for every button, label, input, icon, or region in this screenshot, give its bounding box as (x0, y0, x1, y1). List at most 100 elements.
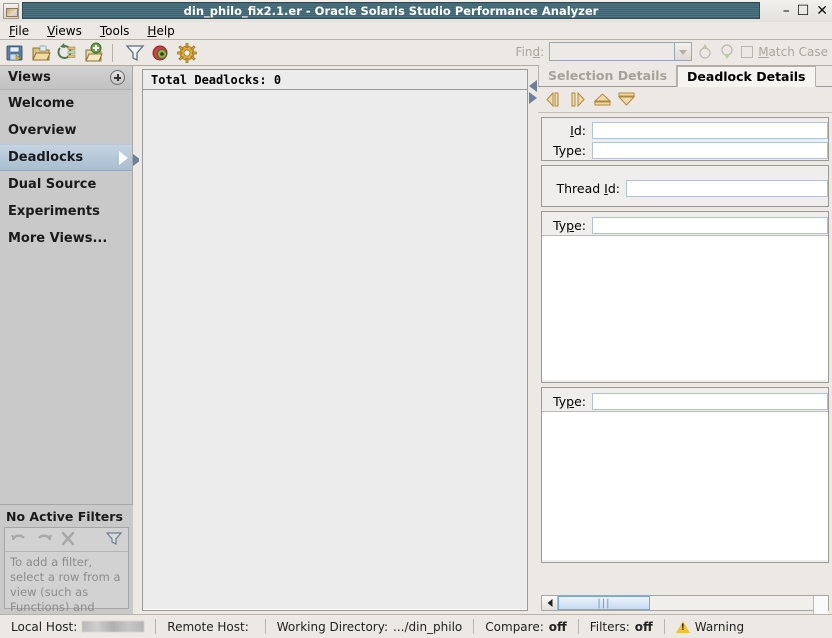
filter-clear-icon[interactable] (60, 531, 76, 549)
views-title: Views (8, 70, 51, 85)
main-toolbar: Find: Match Case (0, 40, 832, 66)
sidebar-item-dual-source[interactable]: Dual Source (0, 171, 132, 198)
remote-host-label: Remote Host: (167, 619, 249, 634)
filters-label: Filters: (589, 619, 630, 634)
thread-stack-list[interactable] (542, 235, 828, 380)
add-experiment-icon[interactable] (82, 42, 104, 64)
scroll-left-icon[interactable] (542, 596, 558, 610)
status-warning[interactable]: Warning (665, 620, 755, 634)
title-bar[interactable]: din_philo_fix2.1.er - Oracle Solaris Stu… (0, 0, 832, 22)
menu-views[interactable]: Views (38, 22, 91, 40)
status-local-host: Local Host: (0, 620, 155, 634)
close-button[interactable]: ✕ (816, 4, 828, 18)
filters-help-text: To add a filter, select a row from a vie… (10, 555, 121, 611)
expand-right-icon[interactable] (529, 92, 537, 104)
sidebar-item-overview[interactable]: Overview (0, 117, 132, 144)
main-body: Views Welcome Overview Deadlocks Dual So… (0, 65, 832, 638)
find-next-icon[interactable] (719, 42, 736, 61)
details-panel: Selection Details Deadlock Details Id: T… (538, 65, 832, 638)
show-hide-icon[interactable] (150, 42, 172, 64)
deadlock-id-row: Id: (542, 120, 828, 140)
window-controls: – ☐ ✕ (783, 1, 828, 21)
details-tabstrip: Selection Details Deadlock Details (538, 65, 832, 87)
deadlock-type-label: Type: (553, 142, 586, 158)
nav-bottom-icon[interactable] (617, 92, 636, 107)
views-sidebar: Views Welcome Overview Deadlocks Dual So… (0, 66, 133, 614)
sidebar-item-more-views[interactable]: More Views... (0, 225, 132, 252)
filters-box: To add a filter, select a row from a vie… (4, 527, 129, 611)
deadlock-type-input[interactable] (592, 141, 828, 159)
status-filters: Filters: off (579, 620, 664, 634)
tab-selection-details[interactable]: Selection Details (538, 65, 678, 86)
analyzer-window: din_philo_fix2.1.er - Oracle Solaris Stu… (0, 0, 832, 638)
sidebar-item-welcome[interactable]: Welcome (0, 90, 132, 117)
deadlock-id-input[interactable] (592, 121, 828, 139)
thread-type-row: Type: (542, 215, 828, 235)
nav-previous-icon[interactable] (546, 91, 563, 108)
warning-label: Warning (694, 619, 745, 634)
sidebar-item-label: Dual Source (8, 177, 97, 192)
compare-experiments-icon[interactable] (56, 42, 78, 64)
compare-value: off (548, 619, 567, 634)
find-combobox[interactable] (549, 42, 693, 61)
filter-funnel-icon[interactable] (105, 531, 123, 549)
lock-stack-list[interactable] (542, 411, 828, 560)
lock-type-input[interactable] (592, 392, 828, 410)
status-compare: Compare: off (474, 620, 577, 634)
plus-circle-icon[interactable] (110, 70, 125, 85)
save-experiment-icon[interactable] (4, 42, 26, 64)
match-case-checkbox[interactable] (741, 45, 754, 58)
views-header: Views (0, 66, 132, 90)
minimize-button[interactable]: – (783, 4, 790, 18)
menu-file[interactable]: File (0, 22, 38, 40)
filter-redo-icon[interactable] (35, 531, 53, 549)
app-icon (3, 3, 19, 19)
find-label: Find: (515, 44, 545, 59)
sidebar-item-label: Overview (8, 123, 77, 138)
deadlock-section: Id: Type: (541, 117, 829, 161)
details-hscrollbar[interactable]: ||| (541, 595, 829, 638)
filters-value: off (634, 619, 653, 634)
menu-help[interactable]: Help (138, 22, 183, 40)
lock-type-label: Type: (553, 393, 586, 409)
sidebar-item-deadlocks[interactable]: Deadlocks (0, 144, 132, 171)
deadlock-id-label: Id: (570, 122, 586, 138)
nav-top-icon[interactable] (593, 92, 612, 107)
find-previous-icon[interactable] (697, 42, 714, 61)
find-input[interactable] (549, 42, 676, 61)
tab-label: Selection Details (548, 68, 668, 83)
hscroll-grip: ||| (597, 597, 611, 609)
filters-toolbar (5, 528, 128, 552)
details-nav-toolbar (538, 87, 832, 113)
thread-id-input[interactable] (626, 179, 828, 197)
nav-next-icon[interactable] (570, 91, 587, 108)
sidebar-item-label: Welcome (8, 96, 75, 111)
menu-bar: File Views Tools Help (0, 22, 832, 40)
deadlock-details-body: Id: Type: Thread Id: Type: Type: ||| (538, 87, 832, 638)
thread-id-row: Thread Id: (542, 178, 828, 198)
local-host-label: Local Host: (11, 619, 78, 634)
local-host-value (82, 621, 145, 632)
status-remote-host: Remote Host: (156, 620, 264, 634)
hscroll-track[interactable]: ||| (558, 596, 813, 610)
thread-type-input[interactable] (592, 216, 828, 234)
settings-gear-icon[interactable] (176, 42, 198, 64)
sidebar-item-label: More Views... (8, 231, 108, 246)
filter-icon[interactable] (124, 42, 146, 64)
title-strip: din_philo_fix2.1.er - Oracle Solaris Stu… (22, 2, 760, 19)
collapse-left-icon[interactable] (529, 80, 537, 92)
maximize-button[interactable]: ☐ (797, 4, 810, 18)
lock-type-row: Type: (542, 391, 828, 411)
menu-tools[interactable]: Tools (91, 22, 139, 40)
filter-undo-icon[interactable] (10, 531, 28, 549)
chevron-down-icon[interactable] (675, 42, 693, 61)
deadlock-type-row: Type: (542, 140, 828, 160)
sidebar-item-experiments[interactable]: Experiments (0, 198, 132, 225)
hscroll-thumb[interactable]: ||| (558, 596, 650, 610)
total-deadlocks-header: Total Deadlocks: 0 (143, 70, 527, 90)
tab-deadlock-details[interactable]: Deadlock Details (677, 66, 816, 87)
deadlocks-list[interactable] (143, 90, 527, 609)
details-splitter[interactable] (529, 66, 538, 614)
open-experiment-icon[interactable] (30, 42, 52, 64)
filters-title: No Active Filters (6, 509, 123, 524)
